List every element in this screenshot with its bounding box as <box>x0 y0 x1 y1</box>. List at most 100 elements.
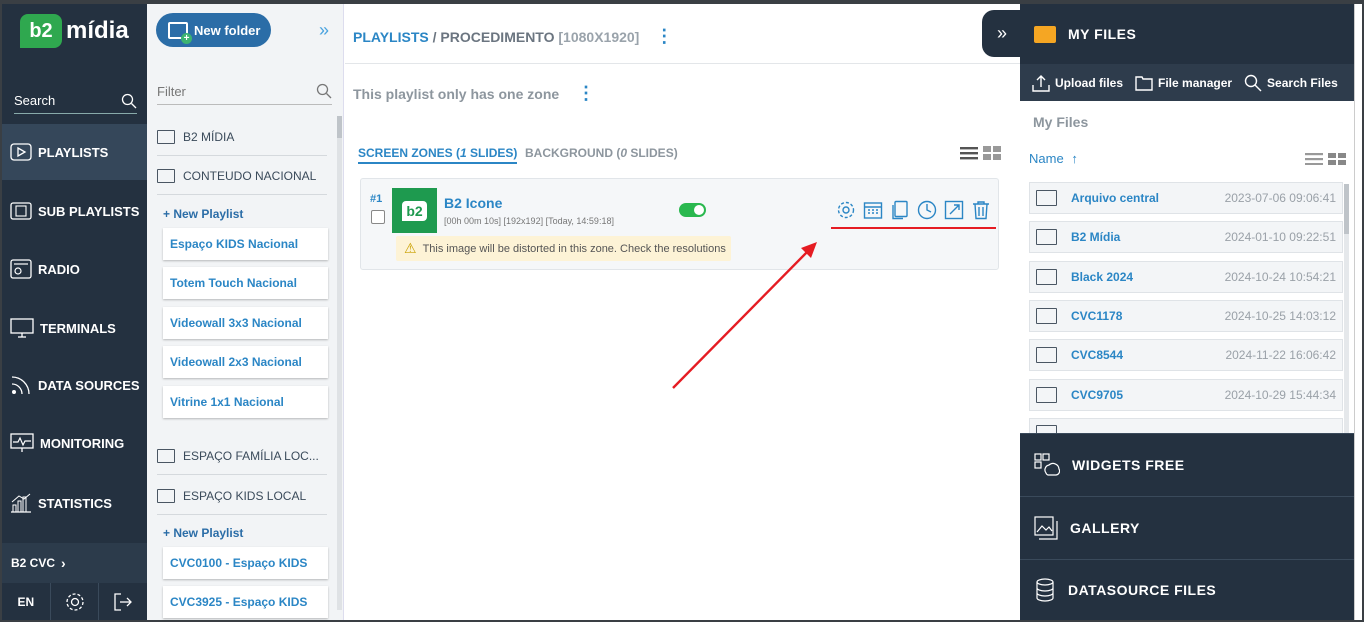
folder-icon <box>1034 25 1056 43</box>
slide-meta: [00h 00m 10s] [192x192] [Today, 14:59:18… <box>444 216 614 226</box>
file-row[interactable]: CVC9705 2024-10-29 15:44:34 <box>1029 379 1343 411</box>
playlist-item[interactable]: Videowall 2x3 Nacional <box>163 346 328 378</box>
slide-name[interactable]: B2 Icone <box>444 195 502 211</box>
playlist-item[interactable]: Vitrine 1x1 Nacional <box>163 386 328 418</box>
slide-checkbox[interactable] <box>371 210 385 224</box>
file-row[interactable]: Arquivo central 2023-07-06 09:06:41 <box>1029 182 1343 214</box>
folder-icon <box>157 448 175 463</box>
widgets-icon <box>1034 453 1060 476</box>
app-logo[interactable]: b2 mídia <box>20 14 129 48</box>
tab-background[interactable]: BACKGROUND (0 SLIDES) <box>525 146 678 160</box>
playlist-item[interactable]: Videowall 3x3 Nacional <box>163 307 328 339</box>
file-date: 2024-11-22 16:06:42 <box>1225 348 1336 362</box>
file-row-partial[interactable] <box>1029 418 1343 434</box>
more-options-icon[interactable]: ⋮ <box>655 26 673 46</box>
playlist-item[interactable]: Totem Touch Nacional <box>163 267 328 299</box>
playlist-item[interactable]: Espaço KIDS Nacional <box>163 228 328 260</box>
breadcrumb-root[interactable]: PLAYLISTS <box>353 29 429 45</box>
gear-icon[interactable] <box>836 200 856 220</box>
upload-files-button[interactable]: Upload files <box>1032 74 1123 92</box>
list-view-icon[interactable] <box>1305 153 1323 165</box>
datasource-files-section[interactable]: DATASOURCE FILES <box>1020 559 1354 620</box>
playlist-item[interactable]: CVC0100 - Espaço KIDS <box>163 547 328 579</box>
breadcrumb-playlist-name: PROCEDIMENTO <box>440 29 555 45</box>
open-external-icon[interactable] <box>944 200 964 220</box>
language-button[interactable]: EN <box>2 583 51 620</box>
tab-label: SLIDES) <box>627 146 678 160</box>
folder-plus-icon <box>168 21 192 44</box>
new-playlist-link[interactable]: + New Playlist <box>163 207 243 221</box>
new-playlist-link[interactable]: + New Playlist <box>163 526 243 540</box>
tab-count: 1 <box>460 146 467 160</box>
folder-item[interactable]: CONTEUDO NACIONAL <box>157 157 327 195</box>
file-row[interactable]: Black 2024 2024-10-24 10:54:21 <box>1029 261 1343 293</box>
nav-item-label: MONITORING <box>40 435 125 451</box>
zone-options-icon[interactable]: ⋮ <box>577 83 595 103</box>
filter-input[interactable]: Filter <box>157 78 332 105</box>
files-scrollbar[interactable] <box>1344 184 1349 434</box>
tab-label: SCREEN ZONES ( <box>358 146 461 160</box>
file-name: CVC9705 <box>1071 388 1124 402</box>
slide-thumbnail[interactable]: b2 <box>392 188 437 233</box>
collapse-files-button[interactable]: » <box>982 10 1022 57</box>
trash-icon[interactable] <box>971 200 991 220</box>
file-date: 2023-07-06 09:06:41 <box>1224 191 1336 205</box>
folders-scrollbar[interactable] <box>337 116 342 610</box>
nav-item-label: PLAYLISTS <box>38 144 109 160</box>
gallery-section[interactable]: GALLERY <box>1020 496 1354 559</box>
account-switcher[interactable]: B2 CVC › <box>2 543 147 583</box>
grid-view-icon[interactable] <box>1328 153 1346 165</box>
folder-icon <box>1135 75 1153 91</box>
calendar-icon[interactable] <box>863 200 883 220</box>
upload-files-label: Upload files <box>1055 75 1124 90</box>
tab-screen-zones[interactable]: SCREEN ZONES (1 SLIDES) <box>358 146 518 164</box>
logout-icon <box>114 592 133 611</box>
nav-item-statistics[interactable]: STATISTICS <box>2 475 147 531</box>
zone-info: This playlist only has one zone ⋮ <box>353 83 595 104</box>
folder-item[interactable]: ESPAÇO FAMÍLIA LOC... <box>157 437 327 475</box>
file-row[interactable]: B2 Mídia 2024-01-10 09:22:51 <box>1029 221 1343 253</box>
sort-label: Name <box>1029 151 1064 166</box>
folder-item[interactable]: ESPAÇO KIDS LOCAL <box>157 477 327 515</box>
logout-button[interactable] <box>99 583 147 620</box>
sort-by-name[interactable]: Name ↑ <box>1029 151 1078 166</box>
nav-search-input[interactable]: Search <box>14 88 137 114</box>
arrow-up-icon: ↑ <box>1071 151 1078 166</box>
nav-bottom-bar: EN <box>2 583 147 620</box>
slide-number: #1 <box>370 193 383 205</box>
annotation-arrow <box>672 242 817 389</box>
slide-actions <box>836 200 991 220</box>
search-icon <box>121 93 137 108</box>
nav-item-sub-playlists[interactable]: SUB PLAYLISTS <box>2 183 147 239</box>
nav-item-data-sources[interactable]: DATA SOURCES <box>2 357 147 413</box>
account-name: B2 CVC <box>11 556 56 570</box>
copy-icon[interactable] <box>890 200 910 220</box>
grid-view-icon[interactable] <box>983 146 1001 160</box>
slide-enabled-toggle[interactable] <box>679 203 706 217</box>
nav-item-radio[interactable]: RADIO <box>2 241 147 297</box>
section-label: GALLERY <box>1070 520 1140 536</box>
collapse-folders-button[interactable]: » <box>319 20 329 41</box>
list-view-icon[interactable] <box>960 146 978 160</box>
tab-label: BACKGROUND ( <box>525 146 621 160</box>
playlist-item[interactable]: CVC3925 - Espaço KIDS <box>163 586 328 618</box>
folder-item[interactable]: B2 MÍDIA <box>157 118 327 156</box>
folder-icon <box>1036 190 1057 206</box>
settings-button[interactable] <box>51 583 100 620</box>
nav-item-terminals[interactable]: TERMINALS <box>2 300 147 356</box>
section-label: DATASOURCE FILES <box>1068 582 1217 598</box>
file-row[interactable]: CVC1178 2024-10-25 14:03:12 <box>1029 300 1343 332</box>
files-title: MY FILES <box>1068 26 1137 42</box>
nav-item-playlists[interactable]: PLAYLISTS <box>2 124 147 180</box>
folder-name: ESPAÇO KIDS LOCAL <box>183 488 307 503</box>
clock-icon[interactable] <box>917 200 937 220</box>
bar-chart-icon <box>11 493 31 513</box>
file-row[interactable]: CVC8544 2024-11-22 16:06:42 <box>1029 339 1343 371</box>
new-folder-button[interactable]: New folder <box>156 13 271 47</box>
file-manager-button[interactable]: File manager <box>1135 75 1232 91</box>
search-files-button[interactable]: Search Files <box>1244 74 1338 92</box>
nav-search-placeholder: Search <box>14 93 56 108</box>
widgets-free-section[interactable]: WIDGETS FREE <box>1020 433 1354 496</box>
monitor-icon <box>10 318 34 338</box>
nav-item-monitoring[interactable]: MONITORING <box>2 415 147 471</box>
